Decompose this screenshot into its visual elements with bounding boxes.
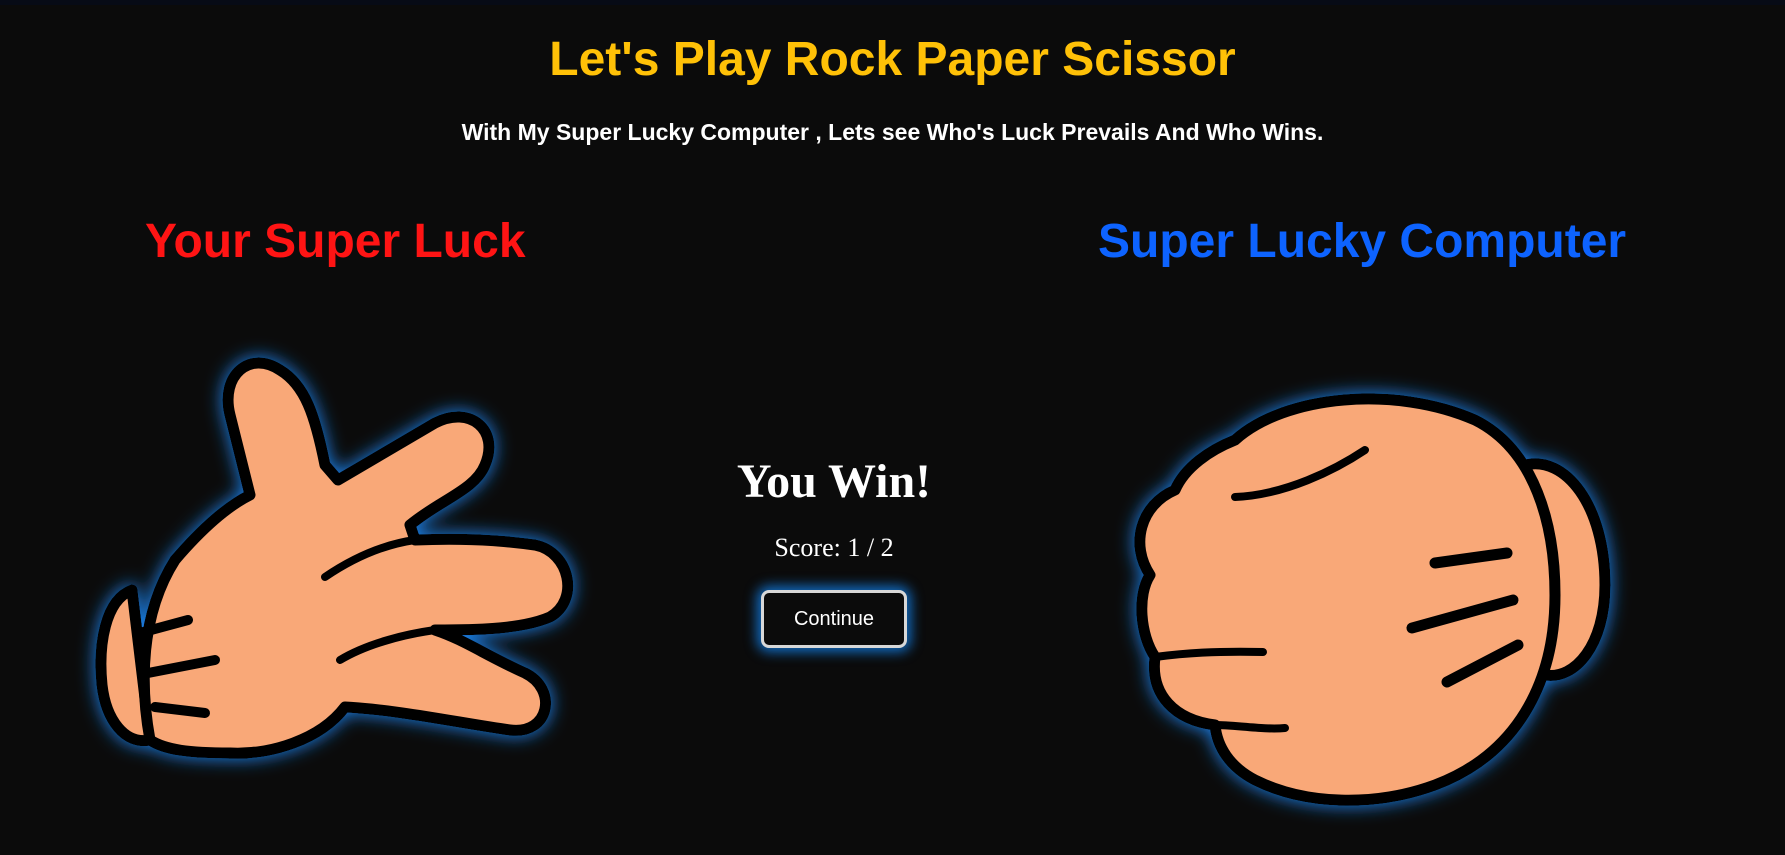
page-subtitle: With My Super Lucky Computer , Lets see … [461, 119, 1324, 145]
result-panel: You Win! Score: 1 / 2 Continue [684, 452, 984, 648]
computer-heading: Super Lucky Computer [1098, 215, 1627, 268]
score-display: Score: 1 / 2 [774, 533, 894, 562]
result-message: You Win! [736, 455, 932, 508]
page-title: Let's Play Rock Paper Scissor [549, 33, 1236, 86]
rock-fist-icon [1134, 393, 1611, 806]
top-bar [0, 0, 1785, 5]
continue-button[interactable]: Continue [761, 590, 907, 648]
computer-choice [1134, 393, 1630, 835]
player-choice [80, 355, 590, 830]
scissor-hand-icon [95, 357, 574, 759]
player-heading: Your Super Luck [145, 215, 526, 268]
